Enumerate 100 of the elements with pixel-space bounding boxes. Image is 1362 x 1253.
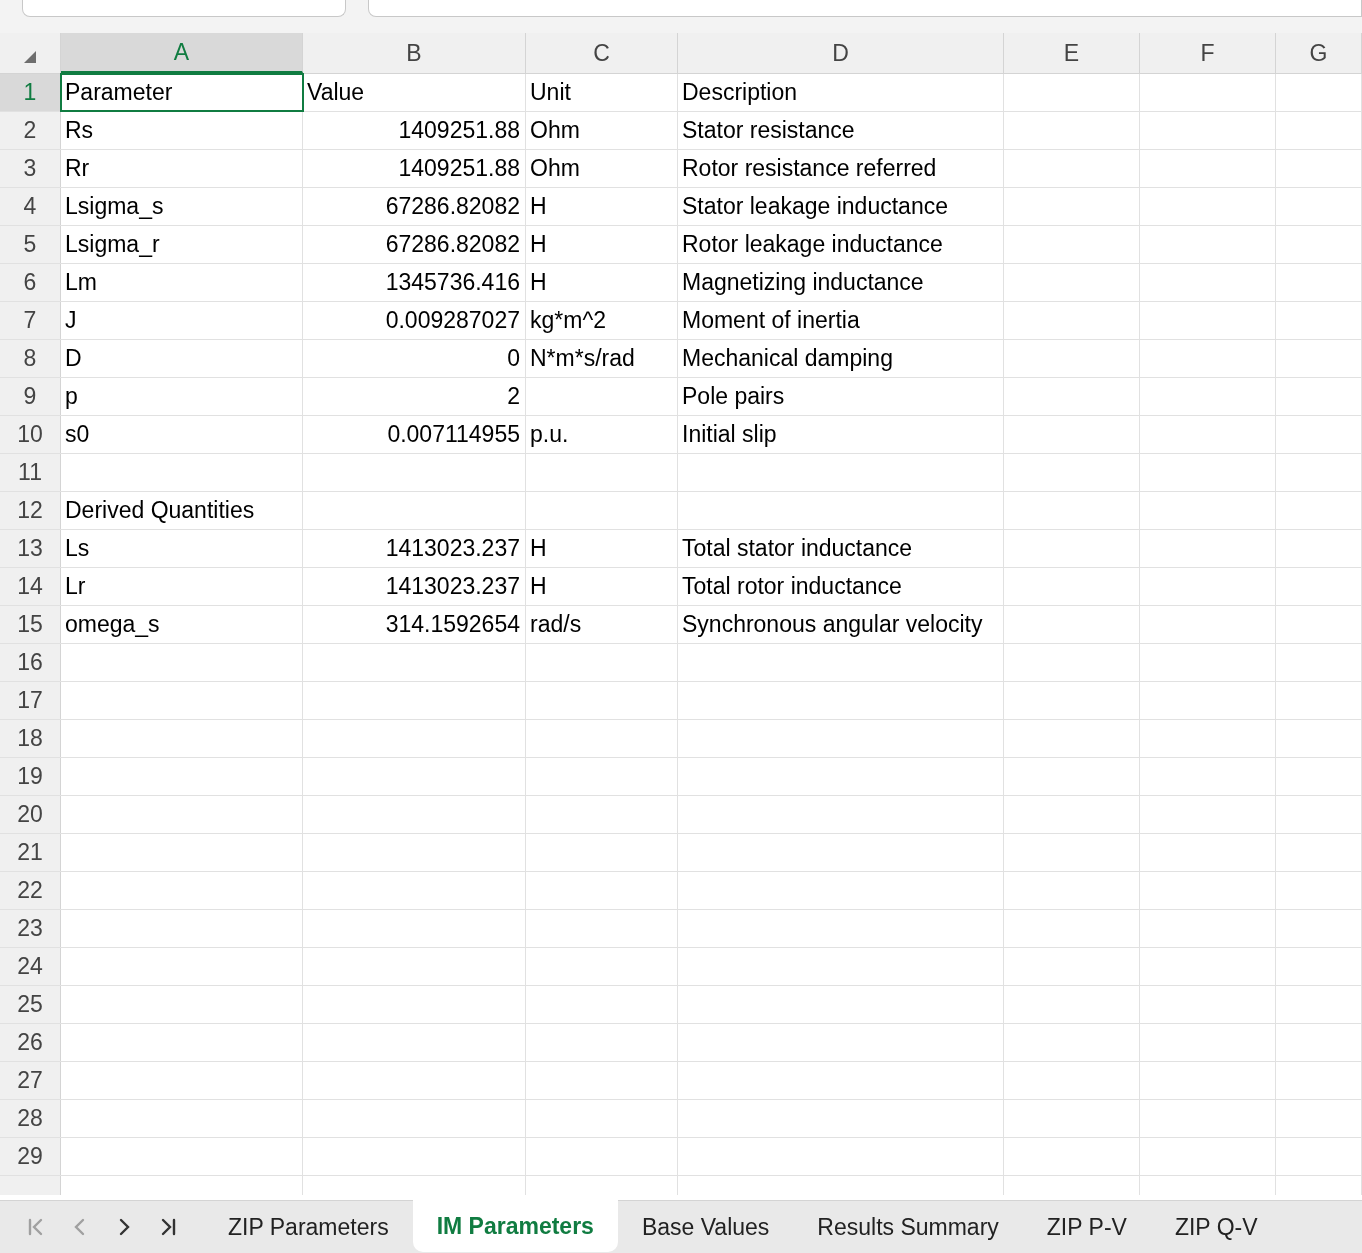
- table-cell[interactable]: Derived Quantities: [61, 492, 303, 529]
- table-cell[interactable]: 0.007114955: [303, 416, 526, 453]
- column-header[interactable]: B: [303, 33, 526, 73]
- table-cell[interactable]: Value: [303, 74, 526, 111]
- row-header[interactable]: [0, 1176, 61, 1195]
- row-header[interactable]: 24: [0, 948, 61, 985]
- table-cell[interactable]: Moment of inertia: [678, 302, 1004, 339]
- table-cell[interactable]: N*m*s/rad: [526, 340, 678, 377]
- row-header[interactable]: 12: [0, 492, 61, 529]
- sheet-tab[interactable]: ZIP Parameters: [204, 1201, 413, 1253]
- row-header[interactable]: 13: [0, 530, 61, 567]
- row-header[interactable]: 4: [0, 188, 61, 225]
- table-cell[interactable]: Synchronous angular velocity: [678, 606, 1004, 643]
- row-header[interactable]: 16: [0, 644, 61, 681]
- row-header[interactable]: 25: [0, 986, 61, 1023]
- table-cell[interactable]: 314.1592654: [303, 606, 526, 643]
- column-header[interactable]: G: [1276, 33, 1362, 73]
- table-cell[interactable]: Ohm: [526, 150, 678, 187]
- table-cell[interactable]: H: [526, 264, 678, 301]
- column-header[interactable]: A: [61, 33, 303, 73]
- table-cell[interactable]: Initial slip: [678, 416, 1004, 453]
- column-header[interactable]: E: [1004, 33, 1140, 73]
- table-cell[interactable]: Lr: [61, 568, 303, 605]
- table-cell[interactable]: Ls: [61, 530, 303, 567]
- table-cell[interactable]: Lsigma_s: [61, 188, 303, 225]
- row-header[interactable]: 22: [0, 872, 61, 909]
- cell-text: J: [65, 309, 77, 332]
- table-cell[interactable]: Ohm: [526, 112, 678, 149]
- row-header[interactable]: 27: [0, 1062, 61, 1099]
- table-cell[interactable]: 1409251.88: [303, 150, 526, 187]
- row-header[interactable]: 23: [0, 910, 61, 947]
- table-cell[interactable]: H: [526, 188, 678, 225]
- sheet-tab[interactable]: Base Values: [617, 1201, 794, 1253]
- table-cell[interactable]: Rs: [61, 112, 303, 149]
- table-cell[interactable]: H: [526, 568, 678, 605]
- row-header[interactable]: 3: [0, 150, 61, 187]
- row-header[interactable]: 26: [0, 1024, 61, 1061]
- table-cell[interactable]: Magnetizing inductance: [678, 264, 1004, 301]
- table-cell[interactable]: Total rotor inductance: [678, 568, 1004, 605]
- name-box[interactable]: [22, 0, 346, 17]
- table-cell[interactable]: Unit: [526, 74, 678, 111]
- formula-bar[interactable]: [368, 0, 1362, 17]
- table-cell[interactable]: 2: [303, 378, 526, 415]
- table-cell[interactable]: Lsigma_r: [61, 226, 303, 263]
- sheet-tab[interactable]: IM Parameters: [412, 1200, 618, 1252]
- cell-text: Initial slip: [682, 423, 777, 446]
- table-cell[interactable]: Mechanical damping: [678, 340, 1004, 377]
- row-header[interactable]: 5: [0, 226, 61, 263]
- table-cell[interactable]: p: [61, 378, 303, 415]
- column-header[interactable]: C: [526, 33, 678, 73]
- row-header[interactable]: 7: [0, 302, 61, 339]
- table-cell[interactable]: Stator resistance: [678, 112, 1004, 149]
- select-all-icon[interactable]: [24, 51, 36, 63]
- table-cell[interactable]: 1345736.416: [303, 264, 526, 301]
- table-cell[interactable]: Lm: [61, 264, 303, 301]
- table-cell[interactable]: 1413023.237: [303, 530, 526, 567]
- row-header[interactable]: 20: [0, 796, 61, 833]
- row-header[interactable]: 8: [0, 340, 61, 377]
- table-cell[interactable]: omega_s: [61, 606, 303, 643]
- sheet-tab[interactable]: Results Summary: [793, 1201, 1023, 1253]
- row-header[interactable]: 10: [0, 416, 61, 453]
- row-header[interactable]: 6: [0, 264, 61, 301]
- row-header[interactable]: 9: [0, 378, 61, 415]
- table-cell[interactable]: p.u.: [526, 416, 678, 453]
- table-cell[interactable]: 67286.82082: [303, 188, 526, 225]
- table-cell[interactable]: 1413023.237: [303, 568, 526, 605]
- table-cell[interactable]: H: [526, 530, 678, 567]
- row-header[interactable]: 14: [0, 568, 61, 605]
- table-cell[interactable]: Pole pairs: [678, 378, 1004, 415]
- table-cell[interactable]: kg*m^2: [526, 302, 678, 339]
- table-cell[interactable]: D: [61, 340, 303, 377]
- row-header[interactable]: 21: [0, 834, 61, 871]
- row-header[interactable]: 29: [0, 1138, 61, 1175]
- table-cell[interactable]: Stator leakage inductance: [678, 188, 1004, 225]
- table-cell[interactable]: s0: [61, 416, 303, 453]
- table-cell[interactable]: Description: [678, 74, 1004, 111]
- table-cell[interactable]: Total stator inductance: [678, 530, 1004, 567]
- sheet-tab[interactable]: ZIP P-V: [1022, 1201, 1151, 1253]
- row-header[interactable]: 2: [0, 112, 61, 149]
- row-header[interactable]: 15: [0, 606, 61, 643]
- row-header[interactable]: 1: [0, 74, 61, 111]
- table-cell[interactable]: Rotor resistance referred: [678, 150, 1004, 187]
- row-header[interactable]: 19: [0, 758, 61, 795]
- row-header[interactable]: 18: [0, 720, 61, 757]
- column-header[interactable]: F: [1140, 33, 1276, 73]
- table-cell[interactable]: 0: [303, 340, 526, 377]
- table-cell[interactable]: 1409251.88: [303, 112, 526, 149]
- table-cell[interactable]: rad/s: [526, 606, 678, 643]
- table-cell[interactable]: H: [526, 226, 678, 263]
- row-header[interactable]: 17: [0, 682, 61, 719]
- row-header[interactable]: 28: [0, 1100, 61, 1137]
- sheet-tab[interactable]: ZIP Q-V: [1150, 1201, 1282, 1253]
- table-cell[interactable]: 67286.82082: [303, 226, 526, 263]
- table-cell[interactable]: 0.009287027: [303, 302, 526, 339]
- table-cell[interactable]: Rr: [61, 150, 303, 187]
- table-cell[interactable]: Rotor leakage inductance: [678, 226, 1004, 263]
- row-header[interactable]: 11: [0, 454, 61, 491]
- column-header[interactable]: D: [678, 33, 1004, 73]
- active-cell[interactable]: Parameter: [61, 74, 303, 111]
- table-cell[interactable]: J: [61, 302, 303, 339]
